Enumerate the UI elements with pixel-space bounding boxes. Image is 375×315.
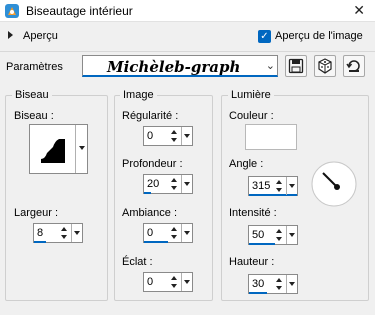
dice-icon	[318, 58, 332, 74]
shininess-spinner[interactable]: 0	[143, 272, 193, 292]
preset-dropdown[interactable]: Michèleb-graph ⌄	[82, 55, 278, 77]
bevel-shape-picker[interactable]	[29, 124, 88, 174]
color-label: Couleur :	[229, 110, 274, 122]
elevation-slider-fill	[249, 292, 267, 294]
intensity-spinner[interactable]: 50	[248, 225, 298, 245]
chevron-down-icon[interactable]	[71, 224, 82, 242]
intensity-slider-fill	[249, 243, 275, 245]
chevron-down-icon[interactable]	[181, 273, 192, 291]
width-value: 8	[37, 227, 44, 239]
bevel-shape-icon	[41, 139, 65, 163]
save-icon	[288, 58, 304, 74]
bevel-group-title: Biseau	[12, 89, 52, 101]
spin-arrows[interactable]	[170, 176, 180, 192]
preview-row: Aperçu ✓ Aperçu de l'image	[0, 28, 375, 46]
preset-value: Michèleb-graph	[107, 58, 241, 76]
smoothness-label: Régularité :	[122, 110, 179, 122]
chevron-down-icon[interactable]	[181, 127, 192, 145]
chevron-down-icon[interactable]	[181, 175, 192, 193]
ambience-value: 0	[147, 227, 154, 239]
close-icon[interactable]: ✕	[353, 2, 365, 19]
angle-dial-icon[interactable]	[310, 160, 358, 208]
spin-arrows[interactable]	[275, 276, 285, 292]
chevron-down-icon[interactable]: ⌄	[266, 59, 275, 72]
chevron-down-icon[interactable]	[286, 275, 297, 293]
intensity-label: Intensité :	[229, 207, 277, 219]
image-group-title: Image	[120, 89, 157, 101]
angle-spinner[interactable]: 315	[248, 176, 298, 196]
depth-slider-fill	[144, 192, 151, 194]
angle-value: 315	[252, 180, 271, 192]
reset-icon	[346, 60, 360, 72]
title-bar: Biseautage intérieur ✕	[0, 0, 375, 22]
elevation-spinner[interactable]: 30	[248, 274, 298, 294]
width-spinner[interactable]: 8	[33, 223, 83, 243]
check-icon: ✓	[260, 31, 269, 42]
chevron-down-icon[interactable]	[75, 125, 87, 173]
save-preset-button[interactable]	[285, 55, 307, 77]
shininess-value: 0	[147, 276, 154, 288]
reset-button[interactable]	[343, 55, 365, 77]
spin-arrows[interactable]	[170, 225, 180, 241]
width-slider-fill	[34, 241, 46, 243]
spin-arrows[interactable]	[170, 274, 180, 290]
spin-arrows[interactable]	[60, 225, 70, 241]
bevel-label: Biseau :	[14, 110, 54, 122]
spin-arrows[interactable]	[275, 227, 285, 243]
light-group-title: Lumière	[228, 89, 274, 101]
elevation-value: 30	[252, 278, 265, 290]
chevron-down-icon[interactable]	[286, 177, 297, 195]
ambience-spinner[interactable]: 0	[143, 223, 193, 243]
spin-arrows[interactable]	[275, 178, 285, 194]
spin-arrows[interactable]	[170, 128, 180, 144]
window-title: Biseautage intérieur	[26, 4, 133, 18]
ambience-label: Ambiance :	[122, 207, 178, 219]
elevation-label: Hauteur :	[229, 256, 275, 268]
preview-checkbox[interactable]: ✓	[258, 30, 271, 43]
expand-arrow-icon[interactable]	[8, 31, 13, 39]
smoothness-spinner[interactable]: 0	[143, 126, 193, 146]
depth-label: Profondeur :	[122, 158, 183, 170]
width-label: Largeur :	[14, 207, 59, 219]
angle-label: Angle :	[229, 158, 264, 170]
chevron-down-icon[interactable]	[286, 226, 297, 244]
smoothness-value: 0	[147, 130, 154, 142]
chevron-down-icon[interactable]	[181, 224, 192, 242]
preview-toggle-label[interactable]: Aperçu	[23, 30, 58, 42]
divider	[0, 51, 375, 52]
randomize-button[interactable]	[314, 55, 336, 77]
depth-value: 20	[147, 178, 160, 190]
shininess-label: Éclat :	[122, 256, 153, 268]
intensity-value: 50	[252, 229, 265, 241]
preview-checkbox-label[interactable]: Aperçu de l'image	[275, 30, 363, 42]
app-icon	[5, 4, 19, 18]
depth-spinner[interactable]: 20	[143, 174, 193, 194]
light-color-swatch[interactable]	[245, 124, 297, 150]
params-label: Paramètres	[6, 61, 63, 73]
ambience-slider-fill	[144, 241, 168, 243]
